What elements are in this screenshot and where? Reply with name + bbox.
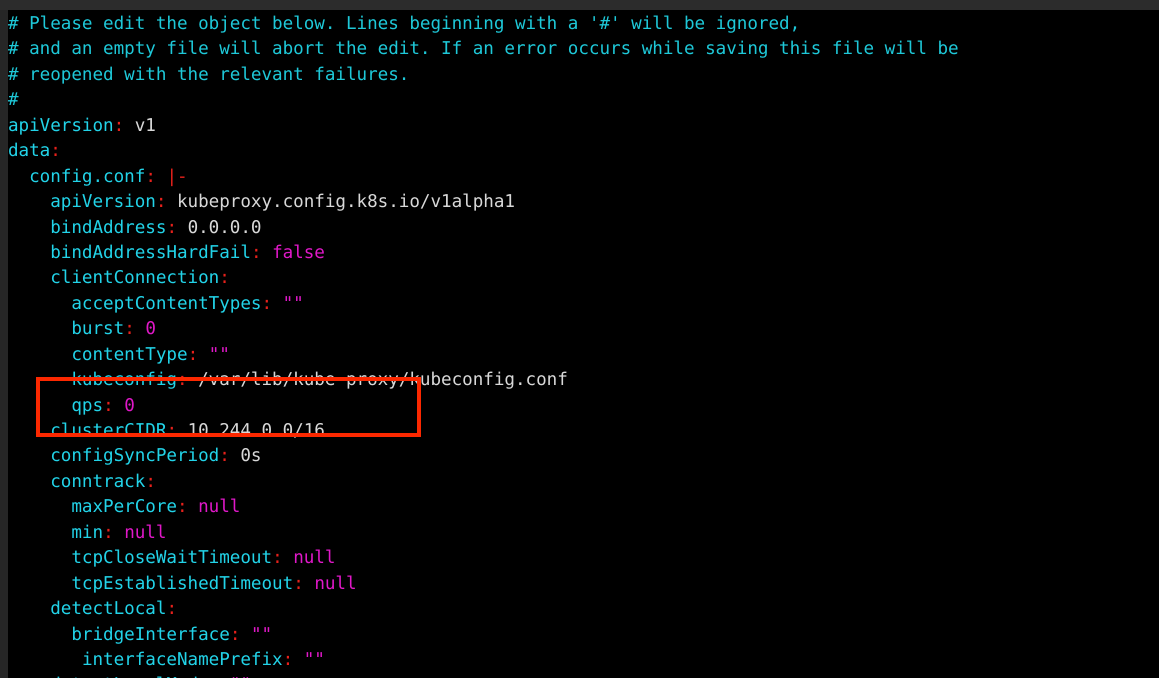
yaml-key: burst [71, 319, 125, 340]
yaml-colon: : [166, 217, 177, 238]
code-line: # and an empty file will abort the edit.… [8, 37, 959, 62]
yaml-colon: : [282, 649, 294, 670]
yaml-editor-content[interactable]: # Please edit the object below. Lines be… [8, 12, 959, 678]
code-line: burst: 0 [8, 317, 959, 342]
code-line: maxPerCore: null [8, 495, 959, 520]
code-line: detectLocal: [8, 597, 959, 622]
yaml-colon: : [124, 319, 135, 340]
code-line: conntrack: [8, 470, 959, 495]
comment-text: # Please edit the object below. Lines be… [8, 14, 801, 34]
yaml-colon: : [187, 344, 199, 365]
yaml-colon: : [272, 548, 283, 569]
yaml-key: clusterCIDR [50, 421, 167, 441]
yaml-value: 0 [124, 395, 135, 416]
yaml-value: 10.244.0.0/16 [187, 421, 325, 441]
code-line: bindAddressHardFail: false [8, 241, 959, 266]
yaml-key: interfaceNamePrefix [81, 649, 283, 670]
yaml-colon: : [103, 395, 114, 416]
code-line: # reopened with the relevant failures. [8, 63, 959, 88]
terminal-text-area[interactable]: # Please edit the object below. Lines be… [8, 10, 1159, 678]
window-titlebar [0, 0, 1159, 10]
yaml-key: contentType [71, 344, 188, 365]
code-line: acceptContentTypes: "" [8, 292, 959, 317]
yaml-colon: : [145, 166, 156, 187]
yaml-key: bindAddressHardFail [50, 242, 251, 263]
code-line: data: [8, 139, 959, 164]
yaml-colon: : [166, 599, 177, 620]
yaml-value: null [293, 548, 336, 569]
yaml-key: maxPerCore [71, 497, 177, 518]
yaml-key: configSyncPeriod [50, 446, 220, 467]
yaml-colon: : [166, 421, 177, 441]
yaml-value: null [124, 522, 167, 543]
yaml-key: apiVersion [8, 115, 114, 136]
yaml-colon: : [177, 497, 188, 518]
yaml-colon: : [50, 141, 61, 162]
code-line: detectLocalMode: "" [8, 673, 959, 678]
yaml-key: data [8, 141, 51, 162]
yaml-colon: : [113, 115, 125, 136]
code-line: configSyncPeriod: 0s [8, 444, 959, 469]
comment-text: # and an empty file will abort the edit.… [8, 39, 959, 60]
yaml-key: config.conf [29, 166, 146, 187]
yaml-value: "" [303, 649, 325, 670]
yaml-value: false [272, 242, 325, 263]
yaml-key: bridgeInterface [71, 624, 230, 645]
code-line: kubeconfig: /var/lib/kube-proxy/kubeconf… [8, 368, 959, 393]
code-line: config.conf: |- [8, 165, 959, 190]
code-line: tcpCloseWaitTimeout: null [8, 546, 959, 571]
yaml-value: 0s [240, 446, 262, 467]
yaml-key: clientConnection [50, 268, 220, 289]
yaml-value: "" [208, 344, 230, 365]
comment-text: # reopened with the relevant failures. [8, 64, 410, 85]
code-line: clientConnection: [8, 266, 959, 291]
yaml-value: v1 [134, 115, 156, 136]
yaml-key: tcpCloseWaitTimeout [71, 548, 273, 569]
code-line: bridgeInterface: "" [8, 623, 959, 648]
yaml-value: 0 [145, 319, 156, 340]
yaml-colon: : [155, 192, 167, 213]
terminal-window: # Please edit the object below. Lines be… [0, 0, 1159, 678]
code-line: contentType: "" [8, 343, 959, 368]
yaml-colon: : [293, 573, 304, 594]
code-line: qps: 0 [8, 394, 959, 419]
window-left-border [0, 10, 8, 678]
comment-text: # [8, 90, 19, 111]
yaml-colon: : [103, 522, 114, 543]
yaml-key: detectLocal [50, 599, 167, 620]
yaml-colon: : [229, 624, 241, 645]
yaml-key: bindAddress [50, 217, 167, 238]
yaml-key: qps [71, 395, 104, 416]
yaml-key: conntrack [50, 471, 146, 492]
yaml-value: "" [282, 293, 304, 314]
code-line: bindAddress: 0.0.0.0 [8, 216, 959, 241]
yaml-colon: : [219, 268, 230, 289]
code-line: tcpEstablishedTimeout: null [8, 572, 959, 597]
yaml-colon: : [177, 370, 188, 391]
code-line: clusterCIDR: 10.244.0.0/16 [8, 419, 959, 444]
yaml-colon: : [261, 293, 273, 314]
yaml-key: min [71, 522, 104, 543]
yaml-key: apiVersion [50, 192, 156, 213]
yaml-value: null [314, 573, 357, 594]
yaml-value: |- [166, 166, 188, 187]
code-line: # [8, 88, 959, 113]
yaml-value: null [198, 497, 241, 518]
code-line: min: null [8, 521, 959, 546]
yaml-colon: : [219, 446, 230, 467]
yaml-key: acceptContentTypes [71, 293, 262, 314]
yaml-colon: : [250, 242, 262, 263]
code-line: apiVersion: v1 [8, 114, 959, 139]
yaml-colon: : [145, 471, 156, 492]
code-line: interfaceNamePrefix: "" [8, 648, 959, 673]
code-line: apiVersion: kubeproxy.config.k8s.io/v1al… [8, 190, 959, 215]
yaml-value: /var/lib/kube-proxy/kubeconfig.conf [198, 370, 568, 391]
yaml-value: 0.0.0.0 [187, 217, 262, 238]
yaml-key: kubeconfig [71, 370, 177, 391]
yaml-value: "" [250, 624, 273, 645]
yaml-key: tcpEstablishedTimeout [71, 573, 294, 594]
code-line: # Please edit the object below. Lines be… [8, 12, 959, 37]
yaml-value: kubeproxy.config.k8s.io/v1alpha1 [177, 192, 515, 213]
